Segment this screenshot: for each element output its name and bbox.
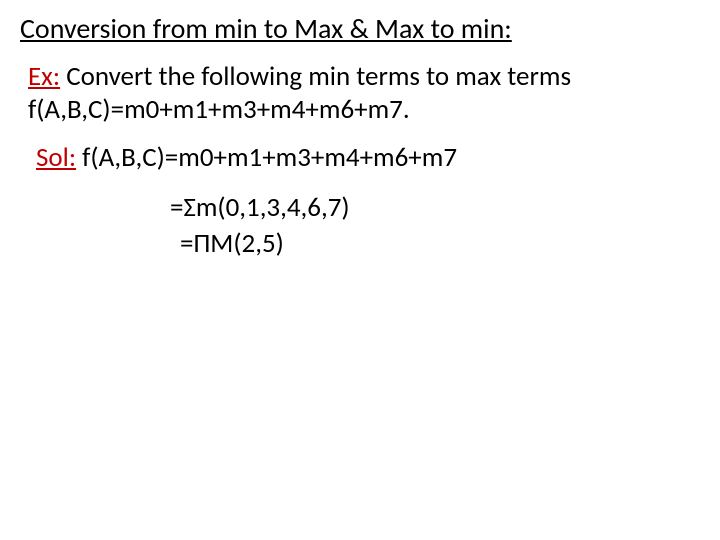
solution-restate: f(A,B,C)=m0+m1+m3+m4+m6+m7 — [76, 141, 457, 174]
slide-title: Conversion from min to Max & Max to min: — [20, 12, 700, 46]
example-line: Ex: Convert the following min terms to m… — [28, 60, 700, 94]
title-text: Conversion from min to Max & Max to min: — [20, 11, 512, 46]
solution-step-pi: =ΠM(2,5) — [180, 227, 700, 261]
example-prompt: Convert the following min terms to max t… — [60, 60, 571, 93]
example-label: Ex: — [28, 60, 60, 93]
solution-step-sigma: =Σm(0,1,3,4,6,7) — [170, 191, 700, 225]
solution-line: Sol: f(A,B,C)=m0+m1+m3+m4+m6+m7 — [36, 141, 700, 175]
solution-label: Sol: — [36, 141, 76, 174]
example-equation: f(A,B,C)=m0+m1+m3+m4+m6+m7. — [28, 93, 700, 127]
